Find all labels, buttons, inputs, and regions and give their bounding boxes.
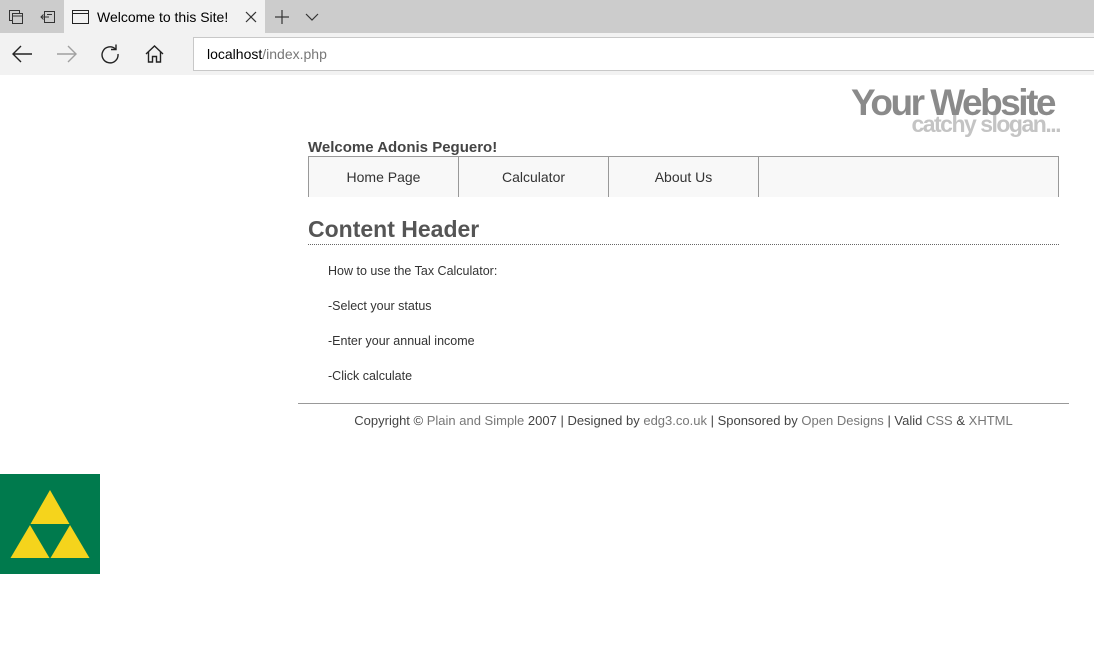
- close-icon[interactable]: [242, 8, 259, 25]
- footer-divider: [298, 403, 1069, 404]
- home-icon[interactable]: [138, 38, 170, 70]
- browser-tab[interactable]: Welcome to this Site!: [64, 0, 265, 33]
- main-menu: Home Page Calculator About Us: [308, 156, 1059, 197]
- address-bar[interactable]: localhost/index.php: [193, 37, 1094, 71]
- xhtml-link[interactable]: XHTML: [969, 413, 1013, 428]
- edg3-link[interactable]: edg3.co.uk: [643, 413, 707, 428]
- footer-copyright: Copyright ©: [354, 413, 424, 428]
- browser-tab-strip: Welcome to this Site!: [0, 0, 1094, 33]
- browser-navigation-bar: localhost/index.php: [0, 33, 1094, 75]
- welcome-message: Welcome Adonis Peguero!: [308, 139, 498, 156]
- triforce-logo: [0, 474, 100, 574]
- footer-ampersand: &: [956, 413, 966, 428]
- menu-item-home-page[interactable]: Home Page: [309, 157, 459, 197]
- content-header: Content Header: [308, 216, 1059, 245]
- instruction-line: -Select your status: [328, 299, 432, 313]
- menu-item-about-us[interactable]: About Us: [609, 157, 759, 197]
- instruction-line: How to use the Tax Calculator:: [328, 264, 498, 278]
- chevron-down-icon[interactable]: [298, 0, 326, 33]
- plain-and-simple-link[interactable]: Plain and Simple: [427, 413, 525, 428]
- open-designs-link[interactable]: Open Designs: [801, 413, 883, 428]
- footer-sponsored-by: | Sponsored by: [710, 413, 798, 428]
- plus-icon[interactable]: [268, 0, 296, 33]
- css-link[interactable]: CSS: [926, 413, 953, 428]
- footer-valid: | Valid: [887, 413, 923, 428]
- menu-item-calculator[interactable]: Calculator: [459, 157, 609, 197]
- set-aside-icon[interactable]: [32, 0, 64, 33]
- instruction-line: -Click calculate: [328, 369, 413, 383]
- back-arrow-icon[interactable]: [6, 38, 38, 70]
- instructions: How to use the Tax Calculator: -Select y…: [328, 264, 497, 404]
- refresh-icon[interactable]: [94, 38, 126, 70]
- footer-year-designed-by: 2007 | Designed by: [527, 413, 640, 428]
- url-path: /index.php: [262, 46, 327, 62]
- page-icon: [72, 9, 89, 24]
- tab-title: Welcome to this Site!: [97, 8, 229, 25]
- footer: Copyright © Plain and Simple 2007 | Desi…: [298, 413, 1069, 428]
- url-host: localhost: [207, 46, 263, 62]
- instruction-line: -Enter your annual income: [328, 334, 475, 348]
- site-slogan: catchy slogan...: [911, 111, 1061, 137]
- tab-manager-icon[interactable]: [0, 0, 32, 33]
- forward-arrow-icon[interactable]: [51, 38, 83, 70]
